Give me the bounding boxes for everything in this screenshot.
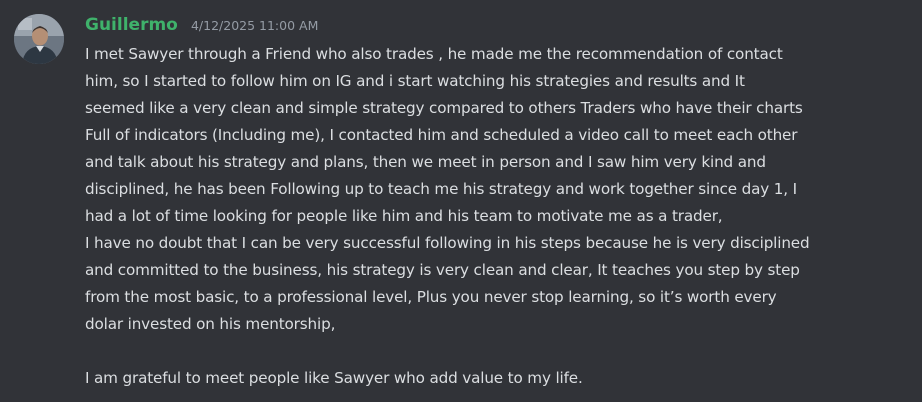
message-line: Full of indicators (Including me), I con… — [85, 126, 798, 144]
message-header: Guillermo 4/12/2025 11:00 AM — [85, 13, 318, 38]
message-line: and talk about his strategy and plans, t… — [85, 153, 766, 171]
avatar[interactable] — [14, 14, 64, 64]
message-line: him, so I started to follow him on IG an… — [85, 72, 745, 90]
message-content: I met Sawyer through a Friend who also t… — [85, 41, 915, 392]
timestamp: 4/12/2025 11:00 AM — [190, 18, 319, 33]
message-line: I have no doubt that I can be very succe… — [85, 234, 810, 252]
username[interactable]: Guillermo — [85, 15, 178, 35]
message-line: from the most basic, to a professional l… — [85, 288, 777, 306]
message-line: I am grateful to meet people like Sawyer… — [85, 369, 583, 387]
message-line: had a lot of time looking for people lik… — [85, 207, 723, 225]
chat-message: Guillermo 4/12/2025 11:00 AM I met Sawye… — [0, 0, 922, 402]
message-line: dolar invested on his mentorship, — [85, 315, 336, 333]
message-line: seemed like a very clean and simple stra… — [85, 99, 803, 117]
message-line: disciplined, he has been Following up to… — [85, 180, 797, 198]
message-line: I met Sawyer through a Friend who also t… — [85, 45, 783, 63]
message-line: and committed to the business, his strat… — [85, 261, 800, 279]
